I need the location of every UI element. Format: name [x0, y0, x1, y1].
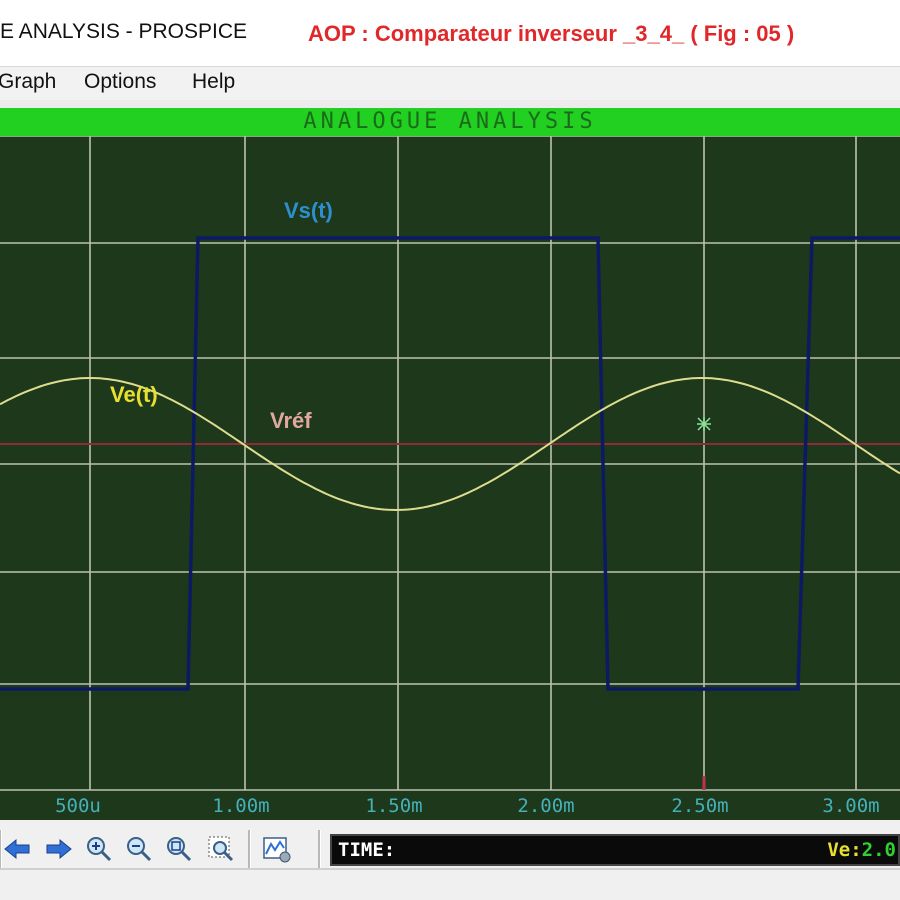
menu-help[interactable]: Help: [192, 70, 235, 94]
zoom-out-icon[interactable]: [124, 834, 154, 864]
window-title: E ANALYSIS - PROSPICE: [0, 20, 248, 43]
bottom-rule: [0, 868, 900, 870]
arrow-right-icon[interactable]: [44, 834, 74, 864]
menu-graph[interactable]: Graph: [0, 70, 56, 94]
ve-label: Ve(t): [110, 382, 158, 407]
graph-title: ANALOGUE ANALYSIS: [303, 109, 597, 134]
toolbar-divider: [248, 830, 251, 870]
arrow-left-icon[interactable]: [2, 834, 32, 864]
vref-label: Vréf: [270, 408, 312, 433]
zoom-area-icon[interactable]: [206, 834, 236, 864]
bottom-toolbar: TIME: Ve:2.0: [0, 820, 900, 900]
zoom-in-icon[interactable]: [84, 834, 114, 864]
menu-options[interactable]: Options: [84, 70, 156, 94]
plot-grid: [0, 136, 900, 791]
x-tick-label: 2.00m: [517, 795, 574, 817]
vs-label: Vs(t): [284, 198, 333, 223]
x-tick-label: 500u: [55, 795, 101, 817]
figure-caption: AOP : Comparateur inverseur _3_4_ ( Fig …: [308, 21, 795, 46]
analogue-plot[interactable]: 500u 1.00m 1.50m 2.00m 2.50m 3.00m Vs(t) Ve(t…: [0, 136, 900, 820]
probe-readout: Ve:2.0: [827, 839, 896, 861]
menu-bar: Graph Options Help: [0, 66, 900, 101]
time-label: TIME:: [338, 839, 396, 861]
zoom-all-icon[interactable]: [164, 834, 194, 864]
x-tick-label: 1.00m: [212, 795, 269, 817]
toolbar-divider: [318, 830, 321, 870]
menu-separator: [0, 100, 900, 108]
x-tick-label: 1.50m: [365, 795, 422, 817]
x-axis-tick-labels: 500u 1.00m 1.50m 2.00m 2.50m 3.00m: [55, 795, 879, 817]
title-bar: E ANALYSIS - PROSPICE AOP : Comparateur …: [0, 0, 900, 66]
graph-settings-icon[interactable]: [262, 834, 292, 864]
status-bar: TIME: Ve:2.0: [330, 834, 900, 866]
x-tick-label: 2.50m: [671, 795, 728, 817]
x-tick-label: 3.00m: [822, 795, 879, 817]
readout-label: Ve:: [827, 839, 862, 861]
readout-value: 2.0: [861, 839, 896, 861]
